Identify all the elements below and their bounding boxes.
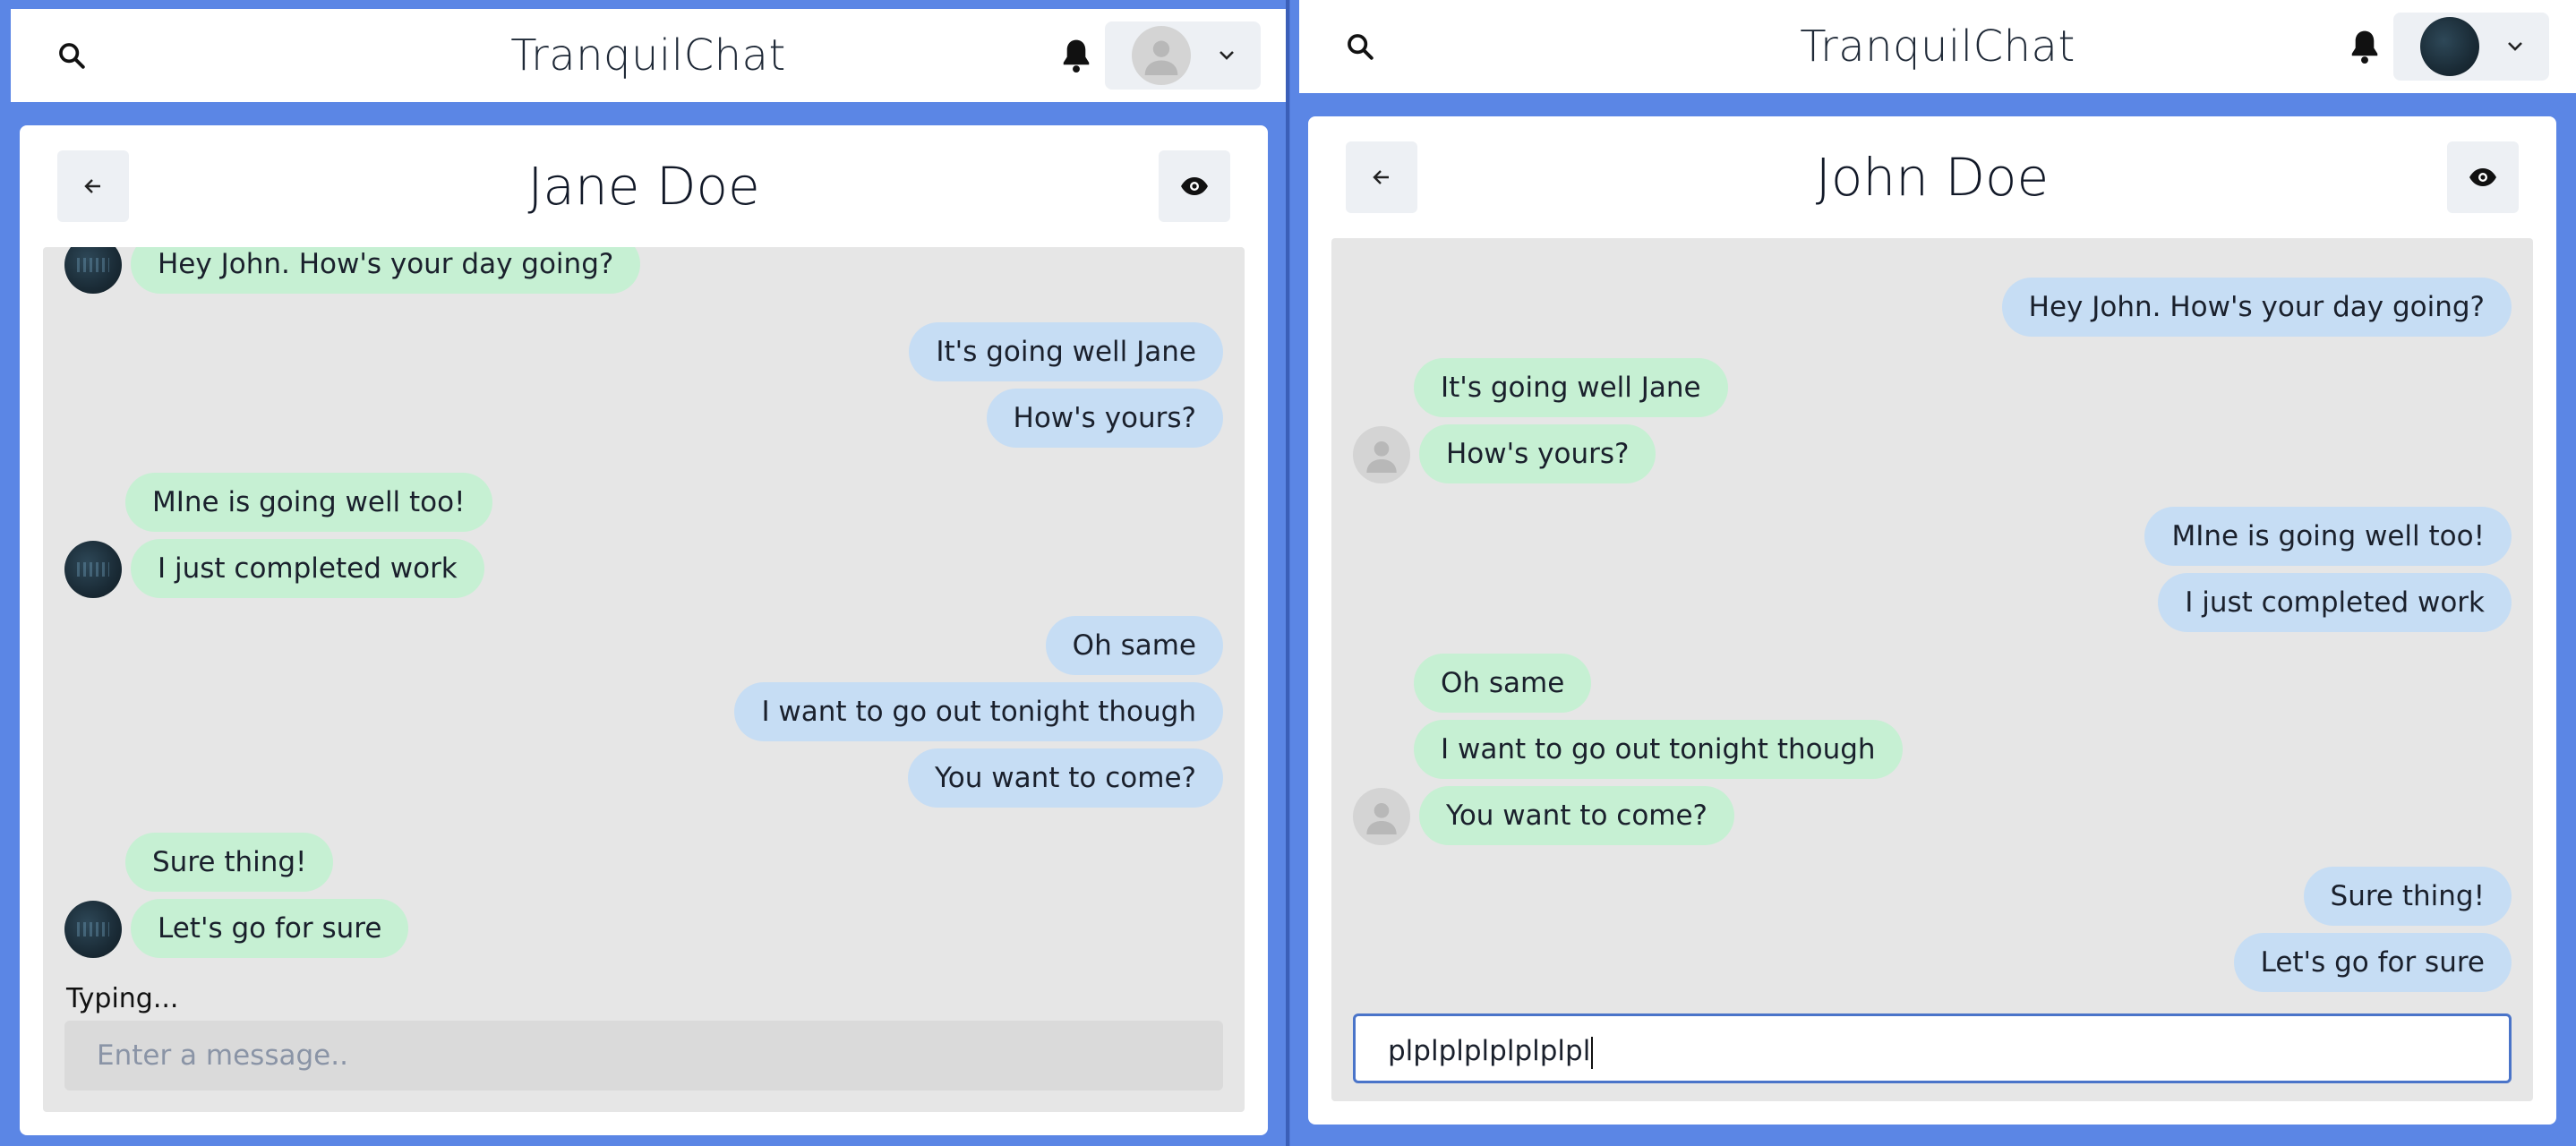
chevron-down-icon — [1216, 45, 1237, 66]
notifications-button[interactable] — [1057, 36, 1096, 75]
avatar — [64, 901, 122, 958]
message-bubble: MIne is going well too! — [125, 473, 492, 532]
chevron-down-icon — [2504, 36, 2526, 57]
message-bubble: I want to go out tonight though — [734, 682, 1223, 741]
view-button[interactable] — [2447, 141, 2519, 213]
message-bubble: Hey John. How's your day going? — [131, 247, 641, 294]
chat-title: John Doe — [1815, 147, 2050, 208]
chat-card: Jane Doe Hey John. How's your day going?… — [20, 125, 1268, 1135]
message-bubble: Let's go for sure — [2233, 933, 2512, 992]
message-bubble: It's going well Jane — [909, 322, 1223, 381]
chat-header: John Doe — [1308, 116, 2556, 231]
message-bubble: I just completed work — [131, 539, 484, 598]
message-bubble: Oh same — [1414, 654, 1592, 713]
view-button[interactable] — [1159, 150, 1230, 222]
user-icon — [1366, 441, 1397, 473]
message-bubble: Sure thing! — [125, 833, 334, 892]
top-navbar: TranquilChat — [1299, 0, 2576, 93]
search-button[interactable] — [1342, 29, 1378, 64]
avatar — [64, 541, 122, 598]
app-title: TranquilChat — [1800, 21, 2075, 72]
user-menu-button[interactable] — [2393, 13, 2549, 81]
message-bubble: How's yours? — [1419, 424, 1656, 483]
search-button[interactable] — [54, 38, 90, 73]
message-bubble: How's yours? — [986, 389, 1223, 448]
search-icon — [1348, 34, 1374, 60]
eye-icon — [2469, 168, 2496, 186]
text-cursor — [1591, 1036, 1594, 1069]
chat-card: John Doe Hey John. How's your day going?… — [1308, 116, 2556, 1125]
message-bubble: Hey John. How's your day going? — [2001, 278, 2512, 337]
message-input-value: plplplplplplplpl — [1388, 1035, 1591, 1067]
bell-icon — [2351, 30, 2378, 64]
user-menu-button[interactable] — [1105, 21, 1261, 90]
user-icon — [1144, 40, 1178, 75]
message-bubble: Let's go for sure — [131, 899, 409, 958]
message-input[interactable]: plplplplplplplpl — [1353, 1013, 2512, 1083]
message-bubble: I want to go out tonight though — [1414, 720, 1903, 779]
search-icon — [59, 43, 85, 69]
message-bubble: I just completed work — [2158, 573, 2512, 632]
avatar — [1353, 788, 1410, 845]
chat-header: Jane Doe — [20, 125, 1268, 240]
message-bubble: It's going well Jane — [1414, 358, 1728, 417]
bell-icon — [1063, 39, 1090, 73]
avatar — [1353, 426, 1410, 483]
avatar — [64, 247, 122, 294]
typing-indicator: Typing... — [66, 983, 179, 1014]
top-navbar: TranquilChat — [11, 9, 1286, 102]
left-window: TranquilChat Jane Doe Hey John. How's yo… — [0, 0, 1289, 1146]
chat-title: Jane Doe — [527, 156, 760, 217]
message-bubble: Oh same — [1045, 616, 1223, 675]
avatar — [2420, 17, 2479, 76]
message-bubble: You want to come? — [1419, 786, 1735, 845]
message-list[interactable]: Hey John. How's your day going? It's goi… — [43, 247, 1245, 1112]
message-list[interactable]: Hey John. How's your day going? It's goi… — [1331, 238, 2533, 1101]
message-bubble: MIne is going well too! — [2144, 507, 2512, 566]
notifications-button[interactable] — [2345, 27, 2384, 66]
right-window: TranquilChat John Doe Hey John. How's yo… — [1290, 0, 2576, 1146]
message-bubble: Sure thing! — [2303, 867, 2512, 926]
message-bubble: You want to come? — [907, 748, 1223, 808]
avatar — [1132, 26, 1191, 85]
user-icon — [1366, 803, 1397, 834]
eye-icon — [1181, 177, 1208, 195]
message-input[interactable]: Enter a message.. — [64, 1021, 1223, 1090]
